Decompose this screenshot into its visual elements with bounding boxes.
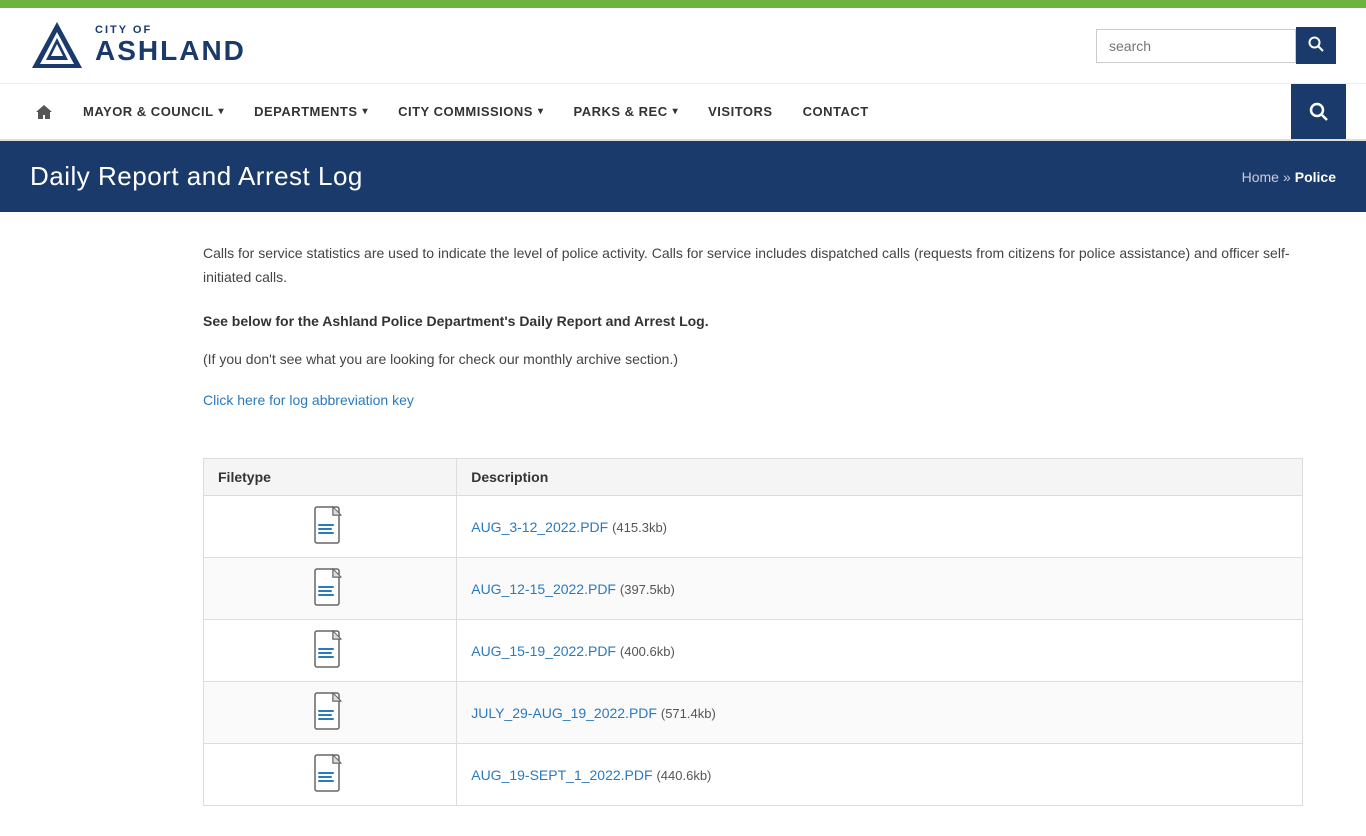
search-input[interactable] bbox=[1096, 29, 1296, 63]
content-area: Calls for service statistics are used to… bbox=[183, 242, 1303, 806]
chevron-down-icon: ▾ bbox=[673, 106, 679, 117]
filetype-cell bbox=[204, 744, 457, 806]
description-cell: AUG_12-15_2022.PDF (397.5kb) bbox=[457, 558, 1303, 620]
breadcrumb: Home » Police bbox=[1242, 169, 1336, 185]
breadcrumb-home-link[interactable]: Home bbox=[1242, 169, 1279, 185]
chevron-down-icon: ▾ bbox=[538, 106, 544, 117]
file-size: (440.6kb) bbox=[656, 768, 711, 783]
breadcrumb-separator: » bbox=[1283, 169, 1291, 185]
description-cell: AUG_15-19_2022.PDF (400.6kb) bbox=[457, 620, 1303, 682]
table-row: AUG_15-19_2022.PDF (400.6kb) bbox=[204, 620, 1303, 682]
table-header: Filetype Description bbox=[204, 459, 1303, 496]
intro-paragraph-3: (If you don't see what you are looking f… bbox=[203, 348, 1303, 372]
nav-home-button[interactable] bbox=[20, 84, 68, 139]
file-link[interactable]: JULY_29-AUG_19_2022.PDF bbox=[471, 705, 657, 721]
nav-item-departments[interactable]: DEPARTMENTS ▾ bbox=[239, 84, 383, 139]
search-button[interactable] bbox=[1296, 27, 1336, 64]
file-size: (571.4kb) bbox=[661, 706, 716, 721]
col-header-description: Description bbox=[457, 459, 1303, 496]
page-title: Daily Report and Arrest Log bbox=[30, 161, 363, 192]
filetype-cell bbox=[204, 558, 457, 620]
description-cell: JULY_29-AUG_19_2022.PDF (571.4kb) bbox=[457, 682, 1303, 744]
logo-text: CITY OF ASHLAND bbox=[95, 24, 246, 67]
search-icon bbox=[1309, 102, 1329, 122]
pdf-icon bbox=[314, 754, 346, 792]
pdf-icon bbox=[314, 506, 346, 544]
filetype-cell bbox=[204, 620, 457, 682]
nav-item-visitors[interactable]: VISITORS bbox=[693, 84, 787, 139]
logo-area: CITY OF ASHLAND bbox=[30, 18, 246, 73]
header-search-area bbox=[1096, 27, 1336, 64]
page-header-banner: Daily Report and Arrest Log Home » Polic… bbox=[0, 141, 1366, 212]
search-icon bbox=[1308, 36, 1324, 52]
site-header: CITY OF ASHLAND bbox=[0, 8, 1366, 84]
sidebar bbox=[63, 242, 183, 806]
top-bar bbox=[0, 0, 1366, 8]
file-size: (415.3kb) bbox=[612, 520, 667, 535]
table-row: AUG_12-15_2022.PDF (397.5kb) bbox=[204, 558, 1303, 620]
nav-item-parks-rec[interactable]: PARKS & REC ▾ bbox=[559, 84, 694, 139]
city-logo-icon bbox=[30, 18, 85, 73]
pdf-icon bbox=[314, 630, 346, 668]
main-content: Calls for service statistics are used to… bbox=[33, 212, 1333, 836]
filetype-cell bbox=[204, 496, 457, 558]
file-link[interactable]: AUG_12-15_2022.PDF bbox=[471, 581, 616, 597]
abbreviation-key-link[interactable]: Click here for log abbreviation key bbox=[203, 392, 414, 408]
file-link[interactable]: AUG_19-SEPT_1_2022.PDF bbox=[471, 767, 652, 783]
table-body: AUG_3-12_2022.PDF (415.3kb) AUG_12-15_20… bbox=[204, 496, 1303, 806]
pdf-icon bbox=[314, 568, 346, 606]
nav-item-city-commissions[interactable]: CITY COMMISSIONS ▾ bbox=[383, 84, 558, 139]
table-row: JULY_29-AUG_19_2022.PDF (571.4kb) bbox=[204, 682, 1303, 744]
chevron-down-icon: ▾ bbox=[363, 106, 369, 117]
breadcrumb-current: Police bbox=[1295, 169, 1336, 185]
nav-item-mayor-council[interactable]: MAYOR & COUNCIL ▾ bbox=[68, 84, 239, 139]
pdf-icon bbox=[314, 692, 346, 730]
description-cell: AUG_19-SEPT_1_2022.PDF (440.6kb) bbox=[457, 744, 1303, 806]
description-cell: AUG_3-12_2022.PDF (415.3kb) bbox=[457, 496, 1303, 558]
file-table: Filetype Description AUG_3-12_2022.PDF (… bbox=[203, 458, 1303, 806]
col-header-filetype: Filetype bbox=[204, 459, 457, 496]
home-icon bbox=[35, 103, 53, 121]
intro-paragraph-1: Calls for service statistics are used to… bbox=[203, 242, 1303, 290]
nav-item-contact[interactable]: CONTACT bbox=[788, 84, 884, 139]
intro-paragraph-2: See below for the Ashland Police Departm… bbox=[203, 310, 1303, 334]
main-nav: MAYOR & COUNCIL ▾ DEPARTMENTS ▾ CITY COM… bbox=[0, 84, 1366, 141]
file-size: (400.6kb) bbox=[620, 644, 675, 659]
chevron-down-icon: ▾ bbox=[219, 106, 225, 117]
nav-search-button[interactable] bbox=[1291, 84, 1346, 139]
ashland-label: ASHLAND bbox=[95, 36, 246, 67]
file-link[interactable]: AUG_3-12_2022.PDF bbox=[471, 519, 608, 535]
file-size: (397.5kb) bbox=[620, 582, 675, 597]
table-row: AUG_19-SEPT_1_2022.PDF (440.6kb) bbox=[204, 744, 1303, 806]
file-link[interactable]: AUG_15-19_2022.PDF bbox=[471, 643, 616, 659]
table-row: AUG_3-12_2022.PDF (415.3kb) bbox=[204, 496, 1303, 558]
filetype-cell bbox=[204, 682, 457, 744]
